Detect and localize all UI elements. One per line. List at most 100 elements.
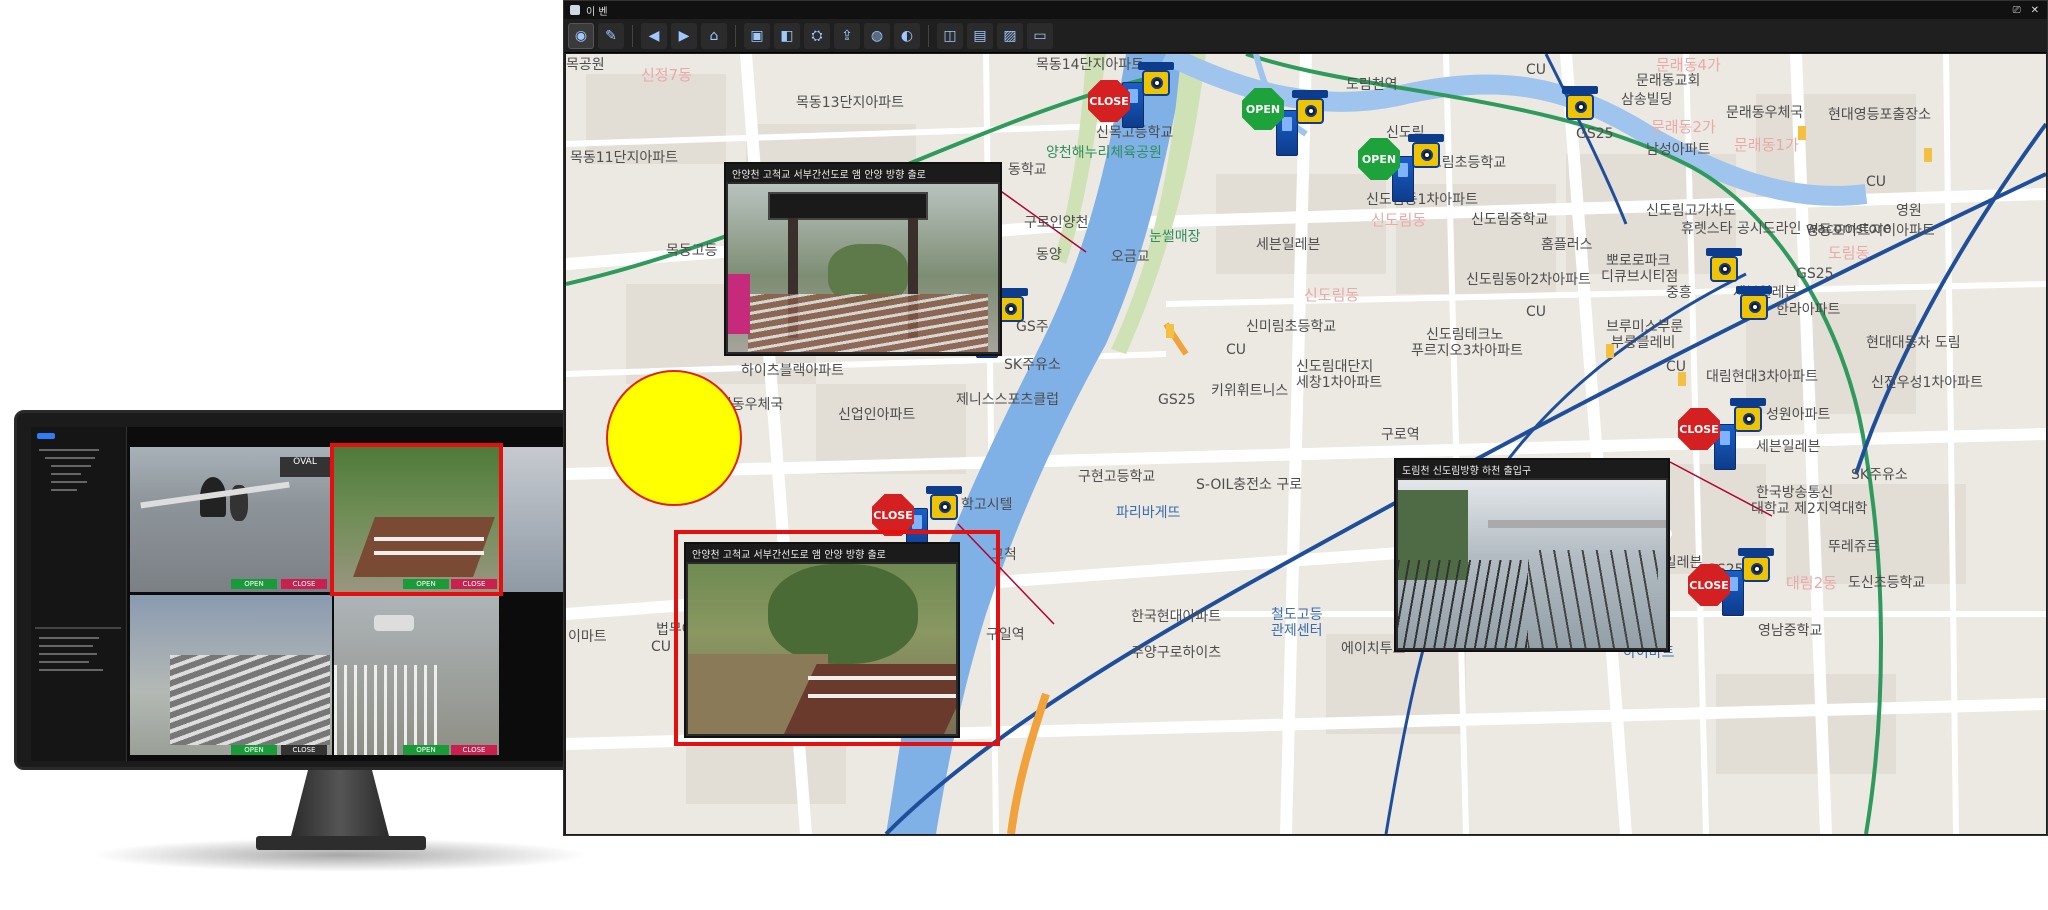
map-label: GS25 bbox=[1158, 392, 1196, 408]
close-icon[interactable]: ✕ bbox=[2031, 5, 2039, 16]
tile-5-open-button[interactable]: OPEN bbox=[403, 745, 449, 755]
map-label: CU bbox=[1226, 342, 1247, 358]
map-label: 홈플러스 bbox=[1541, 237, 1593, 253]
device-icon[interactable]: ⛭ bbox=[804, 22, 830, 49]
cctv-camera-icon[interactable] bbox=[1738, 548, 1774, 600]
video-tile-5[interactable] bbox=[334, 595, 499, 755]
map-label: 파리바게뜨 bbox=[1116, 505, 1181, 521]
popup-3-title: 도림천 신도림방향 하천 출입구 bbox=[1396, 460, 1668, 478]
video-tile-1[interactable]: OVAL bbox=[130, 447, 332, 592]
map-label: 신업인아파트 bbox=[838, 407, 916, 423]
tile-1-open-button[interactable]: OPEN bbox=[231, 579, 277, 589]
tile-4-close-button[interactable]: CLOSE bbox=[281, 745, 327, 755]
map-label: 세창1차아파트 bbox=[1296, 375, 1383, 391]
map-label: GS25 bbox=[1796, 266, 1834, 282]
map-label: 푸르지오3차아파트 bbox=[1411, 343, 1523, 359]
cctv-camera-icon[interactable] bbox=[1292, 90, 1328, 142]
map-label: 신진우성1차아파트 bbox=[1871, 375, 1983, 391]
save-icon[interactable]: ▣ bbox=[744, 22, 770, 49]
map-label: 문래동우체국 bbox=[1726, 105, 1804, 121]
map-label: 신도림동 bbox=[1371, 211, 1427, 229]
popup-3-video bbox=[1398, 480, 1666, 648]
gate-close-sign[interactable]: CLOSE bbox=[1678, 408, 1720, 450]
map-label: CU bbox=[1526, 304, 1547, 320]
restore-icon[interactable]: ⎚ bbox=[2013, 5, 2021, 16]
map-label: 동학교 bbox=[1008, 162, 1047, 178]
monitor-screen: OVAL OPEN CLOSE OPEN CLOSE OPEN CLOSE OP… bbox=[31, 427, 645, 761]
camera-icon[interactable]: ◍ bbox=[864, 22, 890, 49]
window-controls: ⎚ ✕ bbox=[2013, 5, 2047, 16]
toolbar-separator bbox=[735, 24, 736, 47]
video-tile-4[interactable] bbox=[130, 595, 332, 755]
map-label: 신미림초등학교 bbox=[1246, 319, 1337, 335]
back-icon[interactable]: ◀ bbox=[641, 22, 667, 49]
map-label: S-OIL충전소 구로 bbox=[1196, 477, 1303, 493]
edit-icon[interactable]: ✎ bbox=[598, 22, 624, 49]
map-label: 영등포아트지이아파트 bbox=[1806, 223, 1935, 239]
map-label: 구로인양천 bbox=[1024, 215, 1089, 231]
split-view-icon[interactable]: ◫ bbox=[937, 22, 963, 49]
map-label: 부룽블레비 bbox=[1611, 335, 1676, 351]
cctv-camera-icon[interactable] bbox=[1736, 286, 1772, 338]
map-label: 도림천역 bbox=[1346, 77, 1398, 93]
gate-open-sign[interactable]: OPEN bbox=[1242, 88, 1284, 130]
cctv-camera-icon[interactable] bbox=[1138, 62, 1174, 114]
map-view[interactable]: 목동13단지아파트 목동14단지아파트 목동11단지아파트 목동고등 신정7동 신목고등학… bbox=[566, 54, 2046, 834]
globe-icon[interactable]: ◐ bbox=[894, 22, 920, 49]
layer-icon[interactable]: ◧ bbox=[774, 22, 800, 49]
map-label: 한라아파트 bbox=[1776, 302, 1841, 318]
map-label: 한국현대아파트 bbox=[1131, 609, 1222, 625]
cctv-camera-icon[interactable] bbox=[1562, 86, 1598, 138]
map-label: 신도림동아2차아파트 bbox=[1466, 272, 1591, 288]
cctv-popup-3[interactable]: 도림천 신도림방향 하천 출입구 bbox=[1394, 458, 1670, 652]
map-label: 성원아파트 bbox=[1766, 407, 1831, 423]
map-label: 하이츠블랙아파트 bbox=[741, 363, 845, 379]
tree-panel bbox=[31, 427, 127, 761]
map-label: 신도림중학교 bbox=[1471, 212, 1549, 228]
forward-icon[interactable]: ▶ bbox=[671, 22, 697, 49]
map-label: 눈썰매장 bbox=[1149, 229, 1201, 245]
map-label: 뚜레쥬르 bbox=[1828, 539, 1880, 555]
map-label: 도림동 bbox=[1828, 244, 1870, 262]
map-label: 신도림고가차도 bbox=[1646, 203, 1737, 219]
stage: OVAL OPEN CLOSE OPEN CLOSE OPEN CLOSE OP… bbox=[0, 0, 2048, 910]
home-icon[interactable]: ⌂ bbox=[701, 22, 727, 49]
map-label: 오금교 bbox=[1111, 249, 1150, 265]
tile-5-close-button[interactable]: CLOSE bbox=[451, 745, 497, 755]
map-highlight-box bbox=[674, 530, 1000, 746]
gate-close-sign[interactable]: CLOSE bbox=[1088, 80, 1130, 122]
map-label: CU bbox=[1666, 359, 1687, 375]
map-label: 목동11단지아파트 bbox=[570, 150, 678, 166]
cctv-camera-icon[interactable] bbox=[1730, 398, 1766, 450]
map-label: 신도림동1차아파트 bbox=[1366, 192, 1478, 208]
popup-1-video bbox=[728, 184, 998, 352]
title-bar: 이 벤 ⎚ ✕ bbox=[564, 1, 2047, 19]
map-label: SK주유소 bbox=[1004, 357, 1061, 373]
view-icon[interactable]: ◉ bbox=[568, 22, 594, 49]
popup-1-title: 안양천 고척교 서부간선도로 앰 안양 방향 출로 bbox=[726, 164, 1000, 182]
toolbar-separator bbox=[632, 24, 633, 47]
map-label: 세븐일레븐 bbox=[1256, 237, 1321, 253]
cctv-camera-icon[interactable] bbox=[1408, 134, 1444, 186]
image-icon[interactable]: ▨ bbox=[997, 22, 1023, 49]
map-label: 목동13단지아파트 bbox=[796, 95, 904, 111]
map-label: 대림현대3차아파트 bbox=[1706, 369, 1818, 385]
gate-open-sign[interactable]: OPEN bbox=[1358, 138, 1400, 180]
map-label: 삼송빌딩 bbox=[1621, 92, 1673, 108]
map-label: 제니스스포츠클럽 bbox=[956, 392, 1060, 408]
gate-close-sign[interactable]: CLOSE bbox=[1688, 564, 1730, 606]
map-label: CU bbox=[651, 639, 672, 655]
highlight-marker bbox=[606, 370, 742, 506]
map-label: 남성아파트 bbox=[1646, 142, 1711, 158]
export-icon[interactable]: ⇪ bbox=[834, 22, 860, 49]
map-label: 동양 bbox=[1036, 247, 1062, 263]
map-label: 주양구로하이츠 bbox=[1131, 645, 1222, 661]
panel-icon[interactable]: ▤ bbox=[967, 22, 993, 49]
map-label: 대림2동 bbox=[1786, 574, 1837, 592]
map-label: 중흥 bbox=[1666, 285, 1692, 301]
fullscreen-icon[interactable]: ▭ bbox=[1027, 22, 1053, 49]
tile-4-open-button[interactable]: OPEN bbox=[231, 745, 277, 755]
map-label: 키위휘트니스 bbox=[1211, 383, 1289, 399]
cctv-popup-1[interactable]: 안양천 고척교 서부간선도로 앰 안양 방향 출로 bbox=[724, 162, 1002, 356]
tile-1-close-button[interactable]: CLOSE bbox=[281, 579, 327, 589]
